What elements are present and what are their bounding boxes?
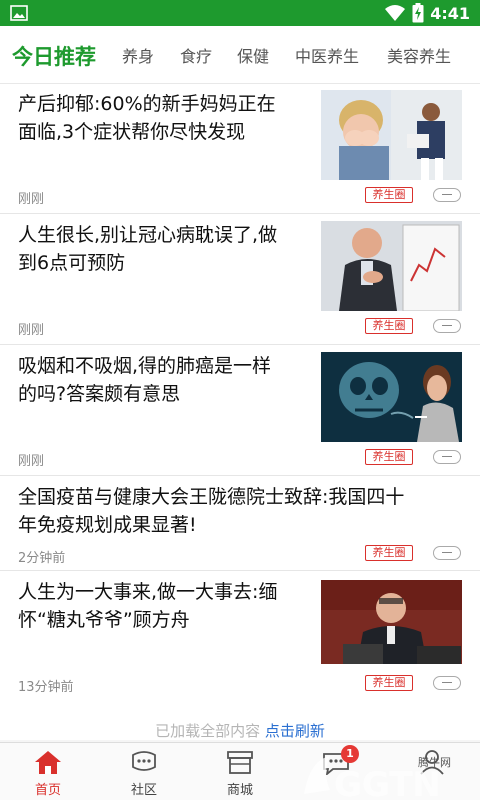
list-item[interactable]: 人生为一大事来,做一大事去:缅 怀“糖丸爷爷”顾方舟 13分钟前 养生圈 xyxy=(0,572,480,702)
tab-health-care[interactable]: 保健 xyxy=(237,26,269,84)
dismiss-button[interactable] xyxy=(433,319,461,333)
article-title: 产后抑郁:60%的新手妈妈正在 面临,3个症状帮你尽快发现 xyxy=(18,90,276,146)
tab-diet-therapy[interactable]: 食疗 xyxy=(180,26,212,84)
publish-time: 13分钟前 xyxy=(18,680,74,695)
watermark-sub: 腾牛网 xyxy=(418,755,451,769)
tab-tcm-wellness[interactable]: 中医养生 xyxy=(295,26,359,84)
article-title: 吸烟和不吸烟,得的肺癌是一样 的吗?答案颇有意思 xyxy=(18,352,271,408)
status-bar: 4:41 xyxy=(0,0,480,26)
source-tag[interactable]: 养生圈 xyxy=(365,545,413,561)
speaker-at-podium-photo xyxy=(321,580,462,664)
title-line: 产后抑郁:60%的新手妈妈正在 xyxy=(18,93,276,115)
publish-time: 刚刚 xyxy=(18,192,45,207)
title-line: 人生为一大事来,做一大事去:缅 xyxy=(18,581,278,603)
title-line: 吸烟和不吸烟,得的肺癌是一样 xyxy=(18,355,272,377)
app-screen: 4:41 今日推荐 养身 食疗 保健 中医养生 美容养生 产后抑郁:60%的新手… xyxy=(0,0,480,800)
dismiss-button[interactable] xyxy=(433,546,461,560)
title-line: 年免疫规划成果显著! xyxy=(18,514,197,536)
load-more-bar: 已加载全部内容 点击刷新 xyxy=(0,720,480,741)
nav-label: 首页 xyxy=(34,783,61,798)
ggtn-watermark-logo: GGTN 腾牛网 xyxy=(304,755,451,800)
list-item[interactable]: 吸烟和不吸烟,得的肺癌是一样 的吗?答案颇有意思 刚刚 养生圈 xyxy=(0,346,480,476)
publish-time: 刚刚 xyxy=(18,323,45,338)
battery-charging-icon xyxy=(412,3,424,23)
refresh-link[interactable]: 点击刷新 xyxy=(265,722,325,740)
load-status-text: 已加载全部内容 xyxy=(155,722,261,740)
source-tag[interactable]: 养生圈 xyxy=(365,449,413,465)
title-line: 全国疫苗与健康大会王陇德院士致辞:我国四十 xyxy=(18,486,405,508)
title-line: 面临,3个症状帮你尽快发现 xyxy=(18,121,246,143)
tab-today-recommend[interactable]: 今日推荐 xyxy=(12,26,96,84)
watermark-brand: GGTN xyxy=(334,765,441,800)
source-tag[interactable]: 养生圈 xyxy=(365,675,413,691)
source-tag[interactable]: 养生圈 xyxy=(365,187,413,203)
smoke-skull-woman-photo xyxy=(321,352,462,442)
source-tag[interactable]: 养生圈 xyxy=(365,318,413,334)
nav-label: 商城 xyxy=(226,783,253,798)
man-chest-pain-photo xyxy=(321,221,462,311)
article-title: 人生为一大事来,做一大事去:缅 怀“糖丸爷爷”顾方舟 xyxy=(18,578,277,634)
postpartum-mother-photo xyxy=(321,90,462,180)
list-item[interactable]: 产后抑郁:60%的新手妈妈正在 面临,3个症状帮你尽快发现 刚刚 养生圈 xyxy=(0,84,480,214)
nav-community[interactable]: 社区 xyxy=(96,743,192,800)
publish-time: 刚刚 xyxy=(18,454,45,469)
home-icon xyxy=(35,751,61,774)
wifi-icon xyxy=(385,5,406,21)
dismiss-button[interactable] xyxy=(433,450,461,464)
title-line: 怀“糖丸爷爷”顾方舟 xyxy=(18,609,190,631)
title-line: 人生很长,别让冠心病耽误了,做 xyxy=(18,224,278,246)
dismiss-button[interactable] xyxy=(433,188,461,202)
clock: 4:41 xyxy=(430,3,470,23)
store-icon xyxy=(227,751,253,774)
title-line: 到6点可预防 xyxy=(18,252,126,274)
title-line: 的吗?答案颇有意思 xyxy=(18,383,181,405)
publish-time: 2分钟前 xyxy=(18,551,66,566)
community-icon xyxy=(132,751,156,771)
list-item[interactable]: 全国疫苗与健康大会王陇德院士致辞:我国四十 年免疫规划成果显著! 2分钟前 养生… xyxy=(0,477,480,571)
dismiss-button[interactable] xyxy=(433,676,461,690)
article-title: 全国疫苗与健康大会王陇德院士致辞:我国四十 年免疫规划成果显著! xyxy=(18,483,468,539)
image-icon xyxy=(10,5,28,21)
tab-nourish[interactable]: 养身 xyxy=(122,26,154,84)
tab-beauty-wellness[interactable]: 美容养生 xyxy=(387,26,451,84)
news-feed: 产后抑郁:60%的新手妈妈正在 面临,3个症状帮你尽快发现 刚刚 养生圈 人生很… xyxy=(0,84,480,740)
nav-home[interactable]: 首页 xyxy=(0,743,96,800)
nav-store[interactable]: 商城 xyxy=(192,743,288,800)
article-title: 人生很长,别让冠心病耽误了,做 到6点可预防 xyxy=(18,221,277,277)
nav-label: 社区 xyxy=(130,783,157,798)
list-item[interactable]: 人生很长,别让冠心病耽误了,做 到6点可预防 刚刚 养生圈 xyxy=(0,215,480,345)
category-tabs: 今日推荐 养身 食疗 保健 中医养生 美容养生 xyxy=(0,26,480,84)
